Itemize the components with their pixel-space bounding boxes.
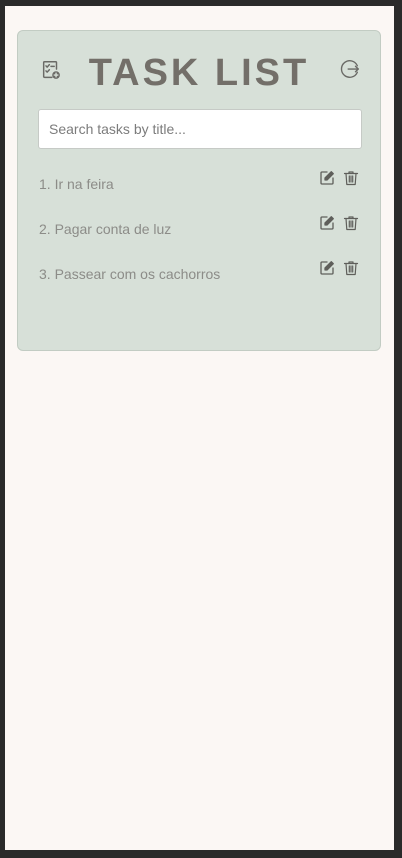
trash-icon bbox=[343, 260, 359, 281]
task-list-card: TASK LIST 1. Ir na feira bbox=[17, 30, 381, 351]
list-item: 1. Ir na feira bbox=[39, 170, 359, 216]
edit-task-button[interactable] bbox=[319, 215, 335, 236]
list-item: 3. Passear com os cachorros bbox=[39, 260, 359, 306]
task-actions bbox=[319, 215, 359, 236]
edit-icon bbox=[319, 170, 335, 191]
search-input[interactable] bbox=[38, 109, 362, 149]
page-title: TASK LIST bbox=[88, 52, 310, 94]
task-label: 1. Ir na feira bbox=[39, 176, 114, 192]
edit-task-button[interactable] bbox=[319, 260, 335, 281]
task-actions bbox=[319, 170, 359, 191]
task-label: 3. Passear com os cachorros bbox=[39, 266, 221, 282]
trash-icon bbox=[343, 215, 359, 236]
task-list: 1. Ir na feira 2. Pagar conta de luz 3. … bbox=[39, 170, 359, 306]
edit-icon bbox=[319, 260, 335, 281]
app-viewport: TASK LIST 1. Ir na feira bbox=[5, 6, 394, 850]
edit-task-button[interactable] bbox=[319, 170, 335, 191]
logout-button[interactable] bbox=[338, 59, 362, 83]
task-label: 2. Pagar conta de luz bbox=[39, 221, 172, 237]
delete-task-button[interactable] bbox=[343, 260, 359, 281]
logout-icon bbox=[339, 58, 361, 85]
edit-icon bbox=[319, 215, 335, 236]
delete-task-button[interactable] bbox=[343, 215, 359, 236]
delete-task-button[interactable] bbox=[343, 170, 359, 191]
trash-icon bbox=[343, 170, 359, 191]
task-actions bbox=[319, 260, 359, 281]
card-header: TASK LIST bbox=[18, 31, 380, 111]
list-item: 2. Pagar conta de luz bbox=[39, 215, 359, 261]
